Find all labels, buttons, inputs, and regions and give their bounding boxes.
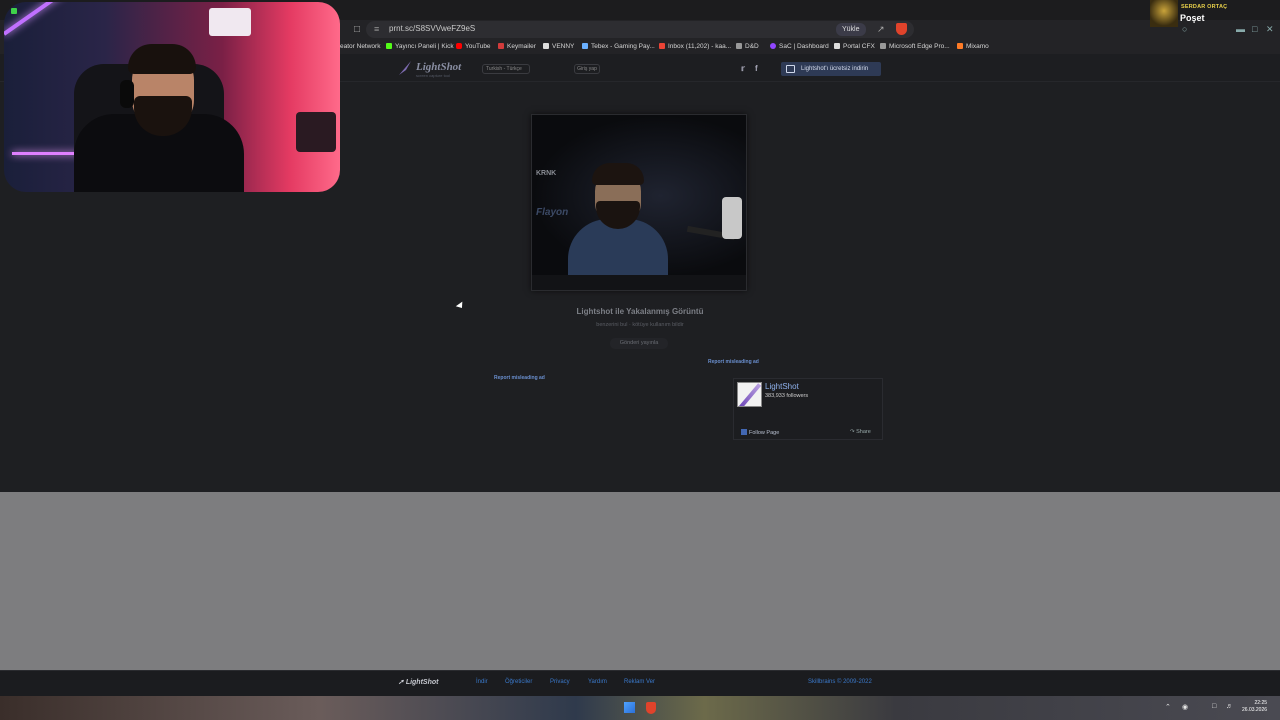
download-button[interactable]: Lightshot'ı ücretsiz indirin	[781, 62, 881, 76]
bookmark-item[interactable]: Mixamo	[957, 43, 989, 50]
footer-link-privacy[interactable]: Privacy	[550, 679, 570, 685]
footer-link-advertise[interactable]: Reklam Ver	[624, 679, 655, 685]
lightshot-logo[interactable]: LightShot	[416, 61, 461, 73]
webcam-headset	[120, 80, 134, 108]
minimize-icon[interactable]: ▬	[1236, 24, 1245, 34]
share-icon[interactable]: ↗	[877, 24, 885, 35]
webcam-person-hair	[128, 44, 196, 74]
url-text[interactable]: prnt.sc/S8SVVweFZ9eS	[389, 24, 475, 33]
bookmark-item[interactable]: Yayıncı Paneli | Kick	[386, 43, 454, 50]
bookmark-item[interactable]: Microsoft Edge Pro...	[880, 43, 950, 50]
clock-time: 22:25	[1254, 700, 1268, 706]
brave-shield-icon[interactable]	[896, 23, 907, 35]
upload-button[interactable]: Yükle	[836, 23, 866, 36]
twitter-icon[interactable]: 𝕣	[741, 64, 745, 73]
footer-logo[interactable]: ➚ LightShot	[398, 678, 438, 686]
webcam-shelf	[296, 112, 336, 152]
bookmark-item[interactable]: SaC | Dashboard	[770, 43, 829, 50]
youtube-icon	[456, 43, 462, 49]
keymailer-icon	[498, 43, 504, 49]
lightshot-feather-icon[interactable]	[397, 60, 413, 76]
venny-icon	[543, 43, 549, 49]
image-actions[interactable]: benzerini bul · kötüye kullanım bildir	[540, 322, 740, 328]
folder-icon	[880, 43, 886, 49]
footer-link-tutorials[interactable]: Öğreticiler	[505, 679, 532, 685]
screenshot-microphone	[722, 197, 742, 239]
brave-taskbar-icon[interactable]	[646, 702, 656, 714]
tray-chevron-icon[interactable]: ⌃	[1165, 703, 1171, 711]
bookmark-icon[interactable]: □	[354, 24, 360, 35]
skillbrains-link[interactable]: Skillbrains	[808, 679, 835, 685]
taskbar-clock[interactable]: 22:25 26.03.2026	[1242, 700, 1267, 714]
footer-copyright: Skillbrains © 2009-2022	[808, 679, 872, 685]
report-ad-link[interactable]: Report misleading ad	[708, 359, 759, 365]
screenshot-watermark-2: Flayon	[536, 207, 569, 218]
bookmark-item[interactable]: Tebex - Gaming Pay...	[582, 43, 655, 50]
tebex-icon	[582, 43, 588, 49]
screenshot-watermark: KRNK	[536, 170, 557, 177]
kick-icon	[11, 8, 17, 14]
login-button[interactable]: Giriş yap	[574, 64, 600, 74]
screenshot-image[interactable]: KRNK Flayon	[531, 114, 747, 291]
windows-start-icon[interactable]	[624, 702, 635, 713]
bookmark-item[interactable]: Portal CFX	[834, 43, 875, 50]
stream-song-title: Poşet	[1180, 13, 1205, 23]
share-button[interactable]: ↷ Share	[850, 429, 871, 435]
bookmark-item[interactable]: YouTube	[456, 43, 491, 50]
bookmark-item[interactable]: D&D	[736, 43, 759, 50]
follow-page-button[interactable]: Follow Page	[741, 429, 779, 436]
stream-artist: SERDAR ORTAÇ	[1181, 4, 1228, 10]
maximize-icon[interactable]: □	[1252, 24, 1257, 34]
facebook-icon	[741, 429, 747, 435]
language-select[interactable]: Turkish - Türkçe	[482, 64, 530, 74]
webcam-lamp	[209, 8, 251, 36]
footer-link-help[interactable]: Yardım	[588, 679, 607, 685]
mouse-cursor-icon	[455, 301, 466, 311]
bookmark-item[interactable]: eator Network	[340, 43, 380, 50]
download-icon	[786, 65, 795, 73]
webcam-neon-light	[12, 152, 82, 155]
kick-icon	[386, 43, 392, 49]
monitor-icon[interactable]: □	[1212, 703, 1216, 710]
bookmark-item[interactable]: Keymailer	[498, 43, 536, 50]
ad-placeholder-area	[0, 492, 1280, 670]
screenshot-bottom-bar	[532, 275, 746, 290]
mixamo-icon	[957, 43, 963, 49]
site-settings-icon[interactable]: ≡	[374, 24, 379, 34]
screenshot-person-hair	[592, 163, 644, 185]
clock-date: 26.03.2026	[1242, 707, 1268, 713]
streamer-webcam	[4, 2, 340, 192]
report-ad-link[interactable]: Report misleading ad	[494, 375, 545, 381]
image-title: Lightshot ile Yakalanmış Görüntü	[576, 307, 704, 316]
stream-song-cover	[1150, 0, 1178, 27]
sac-icon	[770, 43, 776, 49]
facebook-icon[interactable]: f	[755, 64, 758, 73]
fb-followers-count: 383,933 followers	[765, 393, 809, 399]
cfx-icon	[834, 43, 840, 49]
webcam-neon-light	[4, 2, 104, 36]
fb-page-name[interactable]: LightShot	[765, 382, 799, 391]
extensions-icon[interactable]: ○	[1182, 24, 1187, 34]
post-button[interactable]: Gönderi yayınla	[610, 338, 668, 349]
close-icon[interactable]: ✕	[1266, 24, 1274, 35]
network-icon[interactable]: ◉	[1182, 703, 1188, 711]
gmail-icon	[659, 43, 665, 49]
lightshot-page-avatar[interactable]	[737, 382, 762, 407]
folder-icon	[736, 43, 742, 49]
bookmark-item[interactable]: Inbox (11,202) - kaa...	[659, 43, 731, 50]
volume-icon[interactable]: ♬	[1226, 703, 1233, 710]
footer-link-download[interactable]: İndir	[476, 679, 488, 685]
lightshot-logo-subtitle: screen capture tool	[416, 73, 451, 78]
bookmark-item[interactable]: VENNY	[543, 43, 574, 50]
windows-taskbar	[0, 696, 1280, 720]
